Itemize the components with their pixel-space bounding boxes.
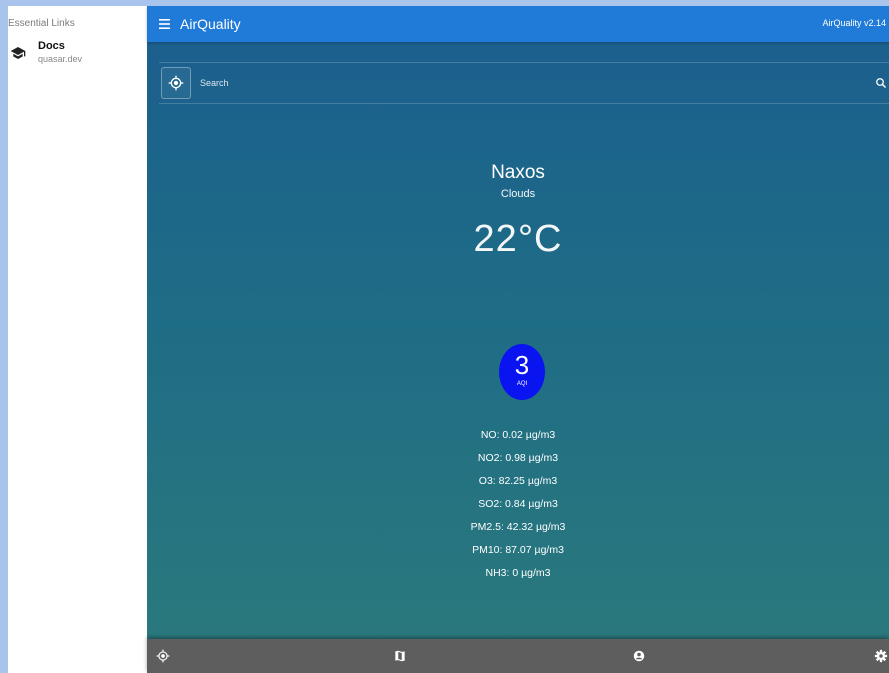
- app-header: AirQuality AirQuality v2.14: [147, 6, 889, 42]
- drawer-header: Essential Links: [8, 18, 75, 29]
- map-icon[interactable]: [393, 649, 407, 663]
- pollutant-item: PM10: 87.07 µg/m3: [472, 544, 564, 556]
- pollutant-item: NH3: 0 µg/m3: [485, 567, 551, 579]
- search-input[interactable]: [198, 77, 875, 89]
- locate-button[interactable]: [161, 67, 191, 99]
- city-name: Naxos: [491, 162, 545, 183]
- account-icon[interactable]: [632, 649, 646, 663]
- drawer-item-caption: quasar.dev: [38, 54, 83, 64]
- side-drawer: Essential Links Docs quasar.dev: [8, 6, 148, 673]
- aqi-label: AQI: [516, 381, 528, 387]
- school-icon: [10, 47, 26, 59]
- drawer-item-docs[interactable]: Docs quasar.dev: [8, 40, 147, 64]
- weather-summary: Naxos Clouds 22°C: [147, 162, 889, 261]
- app-title: AirQuality: [180, 16, 241, 32]
- main-content: AirQuality AirQuality v2.14 N: [147, 6, 889, 673]
- app-window: Essential Links Docs quasar.dev AirQuali…: [8, 6, 889, 673]
- weather-condition: Clouds: [500, 188, 536, 200]
- drawer-item-title: Docs: [38, 40, 65, 52]
- bottom-nav: [147, 639, 889, 673]
- my-location-icon[interactable]: [156, 649, 170, 663]
- pollutant-item: NO: 0.02 µg/m3: [480, 429, 556, 441]
- search-bar: [159, 62, 889, 104]
- menu-icon[interactable]: [158, 17, 174, 31]
- aqi-value: 3: [514, 350, 530, 380]
- settings-icon[interactable]: [874, 649, 888, 663]
- aqi-badge: 3 AQI: [499, 344, 545, 400]
- search-icon[interactable]: [875, 77, 887, 89]
- pollutant-item: NO2: 0.98 µg/m3: [477, 452, 559, 464]
- temperature: 22°C: [473, 218, 563, 260]
- pollutant-item: SO2: 0.84 µg/m3: [478, 498, 558, 510]
- drawer-item-text: Docs quasar.dev: [38, 40, 82, 64]
- pollutant-item: PM2.5: 42.32 µg/m3: [470, 521, 566, 533]
- pollutant-item: O3: 82.25 µg/m3: [478, 475, 558, 487]
- pollutant-list: NO: 0.02 µg/m3 NO2: 0.98 µg/m3 O3: 82.25…: [147, 424, 889, 585]
- my-location-icon: [168, 75, 184, 91]
- app-version: AirQuality v2.14: [822, 18, 886, 28]
